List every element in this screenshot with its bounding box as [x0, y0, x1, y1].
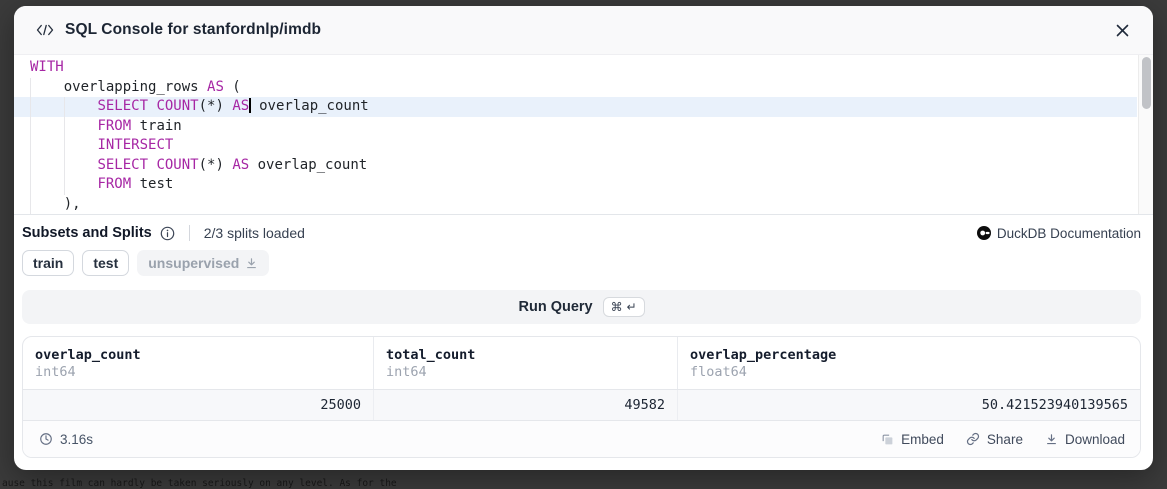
duckdb-doc-label: DuckDB Documentation [997, 226, 1141, 241]
code-line: FROM train [14, 117, 1137, 137]
download-button[interactable]: Download [1045, 432, 1125, 447]
sql-console-modal: SQL Console for stanfordnlp/imdb WITH ov… [14, 6, 1153, 470]
run-query-label: Run Query [519, 299, 593, 315]
column-header-total-count: total_count int64 [373, 337, 677, 389]
column-name: total_count [386, 346, 665, 364]
embed-button[interactable]: Embed [881, 432, 944, 447]
code-icon [36, 23, 54, 37]
close-button[interactable] [1109, 17, 1135, 43]
download-label: Download [1065, 432, 1125, 447]
embed-label: Embed [901, 432, 944, 447]
elapsed-label: 3.16s [60, 432, 93, 447]
column-name: overlap_percentage [690, 346, 1128, 364]
code-line: SELECT COUNT(*) AS overlap_count [14, 97, 1137, 117]
code-lines: WITH overlapping_rows AS ( SELECT COUNT(… [14, 55, 1137, 214]
column-type: int64 [386, 364, 665, 381]
cell-total-count: 49582 [373, 390, 677, 420]
download-icon [1045, 433, 1058, 446]
download-split-icon [245, 257, 258, 270]
code-line: SELECT COUNT(*) AS overlap_count [14, 156, 1137, 176]
console-body: Subsets and Splits 2/3 splits loaded [14, 225, 1153, 458]
cell-overlap-count: 25000 [23, 390, 373, 420]
share-button[interactable]: Share [966, 432, 1023, 447]
divider [189, 225, 190, 241]
chip-label: test [93, 255, 118, 271]
result-actions: Embed Share [881, 432, 1125, 447]
split-chip-unsupervised[interactable]: unsupervised [137, 250, 269, 276]
subsets-splits-label: Subsets and Splits [22, 225, 152, 241]
code-line: ), [14, 195, 1137, 215]
background-page-text: ause this film can hardly be taken serio… [2, 478, 397, 489]
chip-label: unsupervised [148, 255, 239, 271]
splits-row: Subsets and Splits 2/3 splits loaded [22, 225, 1141, 241]
split-chip-train[interactable]: train [22, 250, 74, 276]
code-line: overlapping_rows AS ( [14, 78, 1137, 98]
modal-title: SQL Console for stanfordnlp/imdb [65, 21, 321, 39]
code-line: FROM test [14, 175, 1137, 195]
share-link-icon [966, 432, 980, 446]
chip-label: train [33, 255, 63, 271]
sql-editor[interactable]: WITH overlapping_rows AS ( SELECT COUNT(… [14, 55, 1153, 215]
clock-icon [39, 432, 53, 446]
query-elapsed-time: 3.16s [39, 432, 93, 447]
scrollbar-thumb[interactable] [1142, 57, 1151, 109]
editor-scrollbar[interactable] [1138, 55, 1153, 214]
split-chips: train test unsupervised [22, 250, 1141, 276]
page-backdrop: ause this film can hardly be taken serio… [0, 0, 1167, 489]
modal-header: SQL Console for stanfordnlp/imdb [14, 6, 1153, 55]
table-header-row: overlap_count int64 total_count int64 ov… [23, 337, 1140, 389]
splits-status: 2/3 splits loaded [204, 225, 305, 241]
keyboard-shortcut-badge: ⌘ ↵ [603, 297, 645, 317]
duckdb-doc-link[interactable]: DuckDB Documentation [977, 226, 1141, 241]
column-type: int64 [35, 364, 361, 381]
results-table: overlap_count int64 total_count int64 ov… [22, 336, 1141, 458]
code-line: WITH [14, 58, 1137, 78]
column-header-overlap-count: overlap_count int64 [23, 337, 373, 389]
share-label: Share [987, 432, 1023, 447]
column-type: float64 [690, 364, 1128, 381]
table-footer: 3.16s Embed [23, 420, 1140, 457]
table-row: 25000 49582 50.421523940139565 [23, 389, 1140, 420]
cell-overlap-percentage: 50.421523940139565 [677, 390, 1140, 420]
duckdb-icon [977, 226, 991, 240]
close-icon [1115, 23, 1130, 38]
column-header-overlap-percentage: overlap_percentage float64 [677, 337, 1140, 389]
run-query-button[interactable]: Run Query ⌘ ↵ [22, 290, 1141, 324]
embed-icon [881, 433, 894, 446]
split-chip-test[interactable]: test [82, 250, 129, 276]
code-line: INTERSECT [14, 136, 1137, 156]
column-name: overlap_count [35, 346, 361, 364]
splits-header: Subsets and Splits 2/3 splits loaded [22, 225, 305, 241]
info-icon[interactable] [160, 226, 175, 241]
